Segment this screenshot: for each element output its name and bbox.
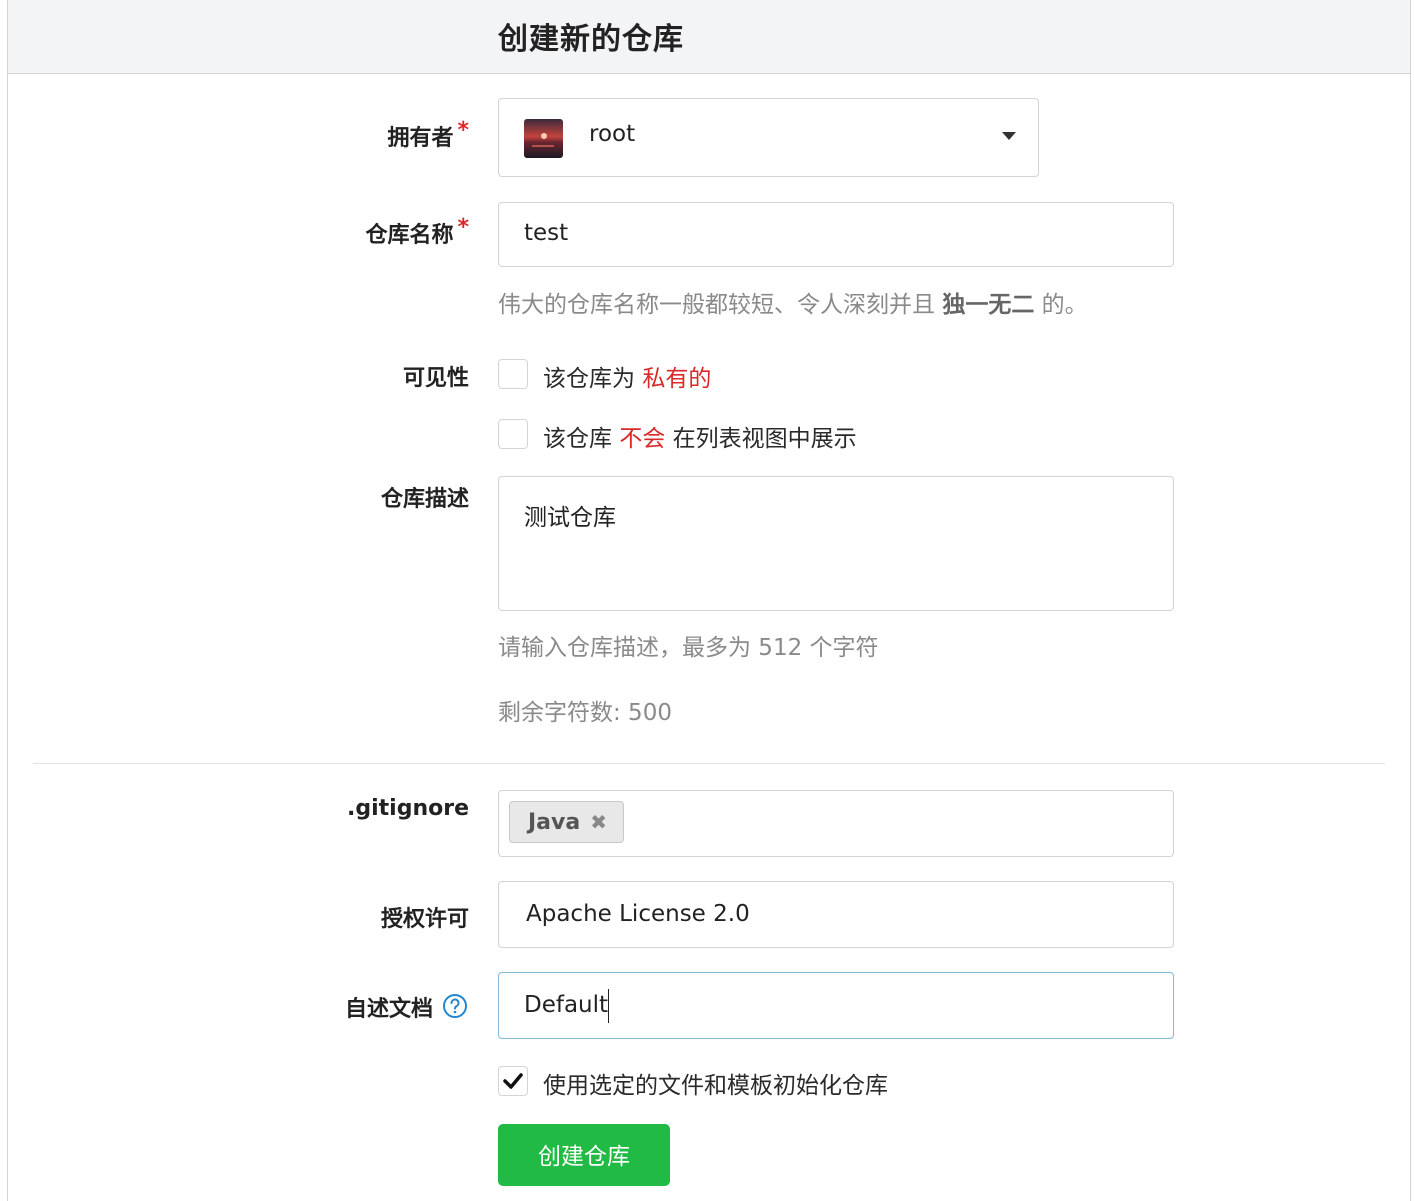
- create-repo-button[interactable]: 创建仓库: [498, 1124, 670, 1186]
- private-checkbox-label[interactable]: 该仓库为 私有的: [543, 359, 711, 393]
- license-dropdown[interactable]: Apache License 2.0: [498, 881, 1174, 948]
- text-cursor: [608, 989, 609, 1023]
- checkmark-icon: [503, 1073, 523, 1089]
- readme-dropdown[interactable]: Default: [498, 972, 1174, 1039]
- description-label: 仓库描述: [380, 487, 469, 512]
- page-title: 创建新的仓库: [498, 22, 684, 57]
- license-label: 授权许可: [380, 907, 469, 932]
- private-highlight: 私有的: [642, 366, 712, 392]
- repo-name-required-mark: *: [457, 215, 469, 240]
- readme-label: 自述文档: [344, 997, 433, 1022]
- license-value: Apache License 2.0: [526, 901, 750, 927]
- remove-tag-icon[interactable]: ✖: [590, 810, 607, 834]
- gitignore-label: .gitignore: [347, 796, 469, 821]
- caret-down-icon: [1002, 132, 1016, 140]
- unlisted-checkbox-label[interactable]: 该仓库 不会 在列表视图中展示: [543, 419, 857, 453]
- unlisted-prefix: 该仓库: [543, 426, 620, 452]
- repo-name-help: 伟大的仓库名称一般都较短、令人深刻并且 独一无二 的。: [498, 285, 1088, 319]
- gitignore-tag-label: Java: [528, 810, 581, 835]
- repo-name-label-text: 仓库名称: [365, 223, 454, 248]
- repo-name-help-bold: 独一无二: [942, 292, 1035, 318]
- visibility-label: 可见性: [402, 366, 469, 391]
- unlisted-checkbox[interactable]: [498, 419, 528, 449]
- auto-init-label[interactable]: 使用选定的文件和模板初始化仓库: [543, 1066, 888, 1100]
- owner-label: 拥有者 *: [387, 118, 469, 152]
- gitignore-tag-java: Java ✖: [509, 801, 624, 843]
- owner-dropdown[interactable]: root: [498, 98, 1039, 177]
- description-value: 测试仓库: [524, 505, 616, 531]
- owner-required-mark: *: [457, 118, 469, 143]
- repo-name-value: test: [524, 220, 569, 246]
- owner-value: root: [589, 121, 636, 147]
- gitignore-multiselect[interactable]: Java ✖: [498, 790, 1174, 857]
- repo-name-help-suffix: 的。: [1034, 292, 1088, 318]
- private-checkbox[interactable]: [498, 359, 528, 389]
- create-repo-panel: 创建新的仓库 拥有者 * root 仓库名称 * test 伟大的仓库名称一般都较: [7, 0, 1411, 1201]
- description-textarea[interactable]: 测试仓库: [498, 476, 1174, 611]
- panel-header: 创建新的仓库: [8, 0, 1410, 74]
- repo-name-help-prefix: 伟大的仓库名称一般都较短、令人深刻并且: [498, 292, 943, 318]
- description-help: 请输入仓库描述，最多为 512 个字符: [498, 635, 879, 661]
- owner-label-text: 拥有者: [387, 126, 454, 151]
- private-prefix: 该仓库为: [543, 366, 643, 392]
- unlisted-suffix: 在列表视图中展示: [665, 426, 857, 452]
- unlisted-highlight: 不会: [619, 426, 666, 452]
- description-remaining: 剩余字符数: 500: [498, 700, 672, 726]
- repo-name-input[interactable]: test: [498, 202, 1174, 267]
- help-question-icon[interactable]: [442, 993, 468, 1019]
- readme-value: Default: [524, 992, 609, 1018]
- repo-name-label: 仓库名称 *: [365, 215, 469, 249]
- auto-init-checkbox[interactable]: [498, 1066, 528, 1096]
- section-divider: [33, 763, 1385, 764]
- owner-avatar: [524, 119, 563, 158]
